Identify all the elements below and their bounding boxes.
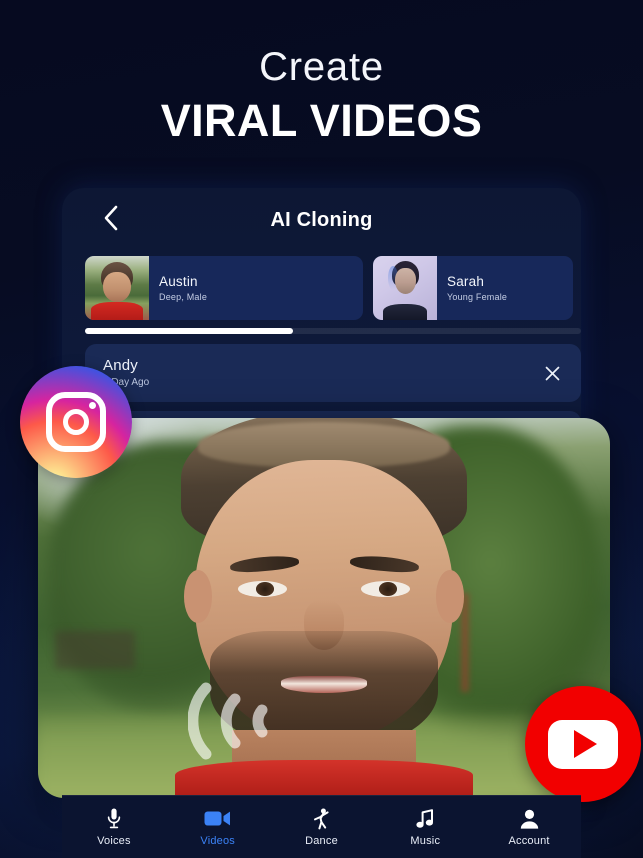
scrollbar-thumb[interactable] <box>85 328 294 334</box>
horizontal-scrollbar[interactable] <box>85 328 581 334</box>
nav-label: Videos <box>200 834 236 847</box>
avatar-detail <box>109 289 125 299</box>
history-name: Andy <box>103 357 138 374</box>
person-icon <box>520 808 539 830</box>
nav-item-voices[interactable]: Voices <box>62 808 166 847</box>
nav-label: Music <box>410 834 441 847</box>
promo-screenshot: Create VIRAL VIDEOS AI Cloning Austin De… <box>0 0 643 858</box>
avatar-detail <box>91 302 143 320</box>
headline-line-1: Create <box>259 45 384 89</box>
bottom-navigation: Voices Videos Dance Music Account <box>62 795 581 858</box>
video-camera-icon <box>204 808 231 830</box>
voice-card-sarah[interactable]: Sarah Young Female <box>373 256 573 320</box>
voice-card-meta: Austin Deep, Male <box>149 274 207 303</box>
nav-label: Voices <box>97 834 131 847</box>
avatar-detail <box>388 266 398 290</box>
portrait-ear <box>435 570 465 624</box>
nav-item-account[interactable]: Account <box>477 808 581 847</box>
voice-wave-icon <box>188 682 268 760</box>
voice-card-austin[interactable]: Austin Deep, Male <box>85 256 363 320</box>
promo-headline: Create VIRAL VIDEOS <box>0 42 643 148</box>
close-icon <box>545 366 559 380</box>
voice-card-row: Austin Deep, Male Sarah Young Female <box>85 256 581 320</box>
microphone-icon <box>107 808 121 830</box>
youtube-logo-badge <box>525 686 641 802</box>
youtube-icon <box>548 719 618 769</box>
play-triangle-icon <box>574 730 597 758</box>
nav-label: Dance <box>305 834 338 847</box>
avatar <box>373 256 437 320</box>
close-button[interactable] <box>541 362 563 384</box>
voice-subtitle: Deep, Male <box>159 291 208 302</box>
dancer-icon <box>312 808 330 830</box>
headline-line-2: VIRAL VIDEOS <box>160 95 483 146</box>
portrait-iris <box>378 582 398 597</box>
list-item[interactable]: Andy 1 Day Ago <box>85 344 581 402</box>
instagram-icon <box>46 392 106 452</box>
voice-card-meta: Sarah Young Female <box>437 274 507 303</box>
voice-subtitle: Young Female <box>447 291 508 302</box>
nav-item-dance[interactable]: Dance <box>270 808 374 847</box>
instagram-lens <box>63 409 89 435</box>
portrait-iris <box>255 582 275 597</box>
instagram-logo-badge <box>20 366 132 478</box>
voice-name: Sarah <box>447 273 485 289</box>
avatar <box>85 256 149 320</box>
page-title: AI Cloning <box>270 209 373 231</box>
nav-item-music[interactable]: Music <box>373 808 477 847</box>
avatar-detail <box>383 304 427 320</box>
voice-name: Austin <box>159 273 198 289</box>
music-note-icon <box>416 808 434 830</box>
instagram-dot <box>89 402 96 409</box>
nav-label: Account <box>508 834 550 847</box>
app-header: AI Cloning <box>62 188 581 248</box>
nav-item-videos[interactable]: Videos <box>166 808 270 847</box>
